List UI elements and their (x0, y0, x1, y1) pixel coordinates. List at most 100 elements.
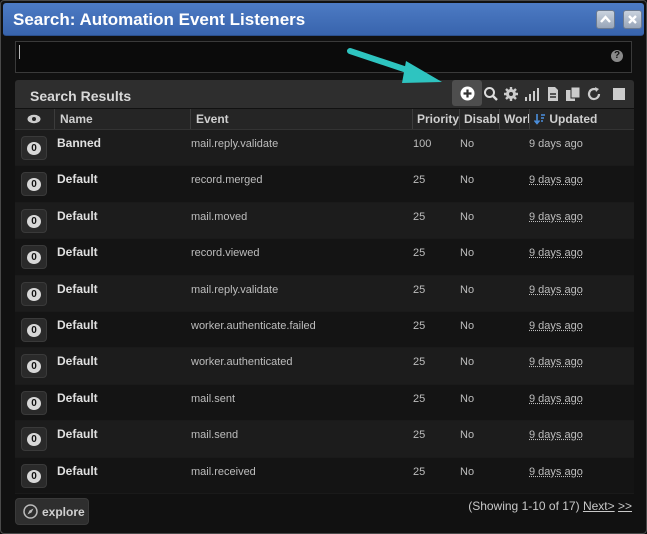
row-event: mail.moved (191, 210, 248, 223)
row-priority: 100 (413, 138, 432, 150)
row-name[interactable]: Default (57, 391, 98, 405)
add-button[interactable] (452, 80, 482, 106)
search-box: ? (15, 41, 632, 73)
last-page-link[interactable]: >> (618, 499, 632, 513)
watchers-button[interactable]: 0 (21, 208, 47, 233)
row-event: worker.authenticate.failed (191, 319, 316, 332)
disabled-column-header[interactable]: Disabled (460, 109, 500, 129)
gear-icon[interactable] (503, 86, 519, 102)
row-priority: 25 (413, 429, 426, 442)
row-disabled: No (460, 392, 475, 405)
watchers-count: 0 (27, 251, 41, 265)
table-row[interactable]: 0 Default record.viewed 25 No 9 days ago (15, 239, 634, 276)
search-icon[interactable] (483, 86, 499, 102)
results-label: Search Results (30, 88, 132, 104)
row-updated: 9 days ago (529, 392, 583, 405)
row-name[interactable]: Default (57, 318, 98, 332)
watchers-count: 0 (27, 323, 41, 337)
eye-icon (27, 114, 41, 124)
table-row[interactable]: 0 Default mail.sent 25 No 9 days ago (15, 384, 634, 422)
watchers-button[interactable]: 0 (21, 172, 47, 197)
watchers-button[interactable]: 0 (21, 390, 47, 415)
table-row[interactable]: 0 Default mail.received 25 No 9 days ago (15, 457, 634, 494)
row-name[interactable]: Default (57, 245, 98, 259)
row-disabled: No (460, 356, 475, 369)
row-priority: 25 (413, 319, 426, 332)
row-event: record.merged (191, 174, 263, 187)
search-popup-window: Search: Automation Event Listeners ? Sea… (0, 0, 647, 534)
watchers-button[interactable]: 0 (21, 354, 47, 379)
row-updated: 9 days ago (529, 174, 583, 187)
table-row[interactable]: 0 Default record.merged 25 No 9 days ago (15, 166, 634, 203)
row-updated: 9 days ago (529, 429, 583, 442)
row-name[interactable]: Default (57, 172, 98, 186)
row-updated: 9 days ago (529, 283, 583, 296)
row-event: worker.authenticated (191, 356, 293, 369)
row-disabled: No (460, 174, 475, 187)
compass-icon (23, 504, 38, 519)
watchers-count: 0 (27, 360, 41, 374)
showing-count: (Showing 1-10 of 17) (468, 499, 580, 513)
search-input[interactable] (16, 42, 608, 72)
row-priority: 25 (413, 210, 426, 223)
title-bar[interactable]: Search: Automation Event Listeners (3, 3, 644, 36)
name-column-header[interactable]: Name (55, 109, 191, 129)
next-page-link[interactable]: Next> (583, 499, 615, 513)
row-name[interactable]: Default (57, 282, 98, 296)
row-event: mail.reply.validate (191, 138, 279, 150)
row-name[interactable]: Default (57, 209, 98, 223)
watchers-count: 0 (27, 142, 41, 155)
row-name[interactable]: Default (57, 464, 98, 478)
row-disabled: No (460, 138, 475, 150)
row-disabled: No (460, 210, 475, 223)
chart-icon[interactable] (524, 86, 540, 102)
sort-descending-icon (533, 114, 545, 125)
row-updated: 9 days ago (529, 319, 583, 332)
row-disabled: No (460, 429, 475, 442)
row-event: record.viewed (191, 247, 260, 260)
watchers-button[interactable]: 0 (21, 281, 47, 306)
row-name[interactable]: Default (57, 354, 98, 368)
explore-button[interactable]: explore (15, 498, 89, 525)
close-icon (628, 15, 637, 24)
watchers-button[interactable]: 0 (21, 136, 47, 160)
table-row[interactable]: 0 Banned mail.reply.validate 100 No 9 da… (15, 130, 634, 167)
results-table-body: 0 Banned mail.reply.validate 100 No 9 da… (15, 130, 634, 494)
row-disabled: No (460, 283, 475, 296)
event-column-header[interactable]: Event (191, 109, 413, 129)
row-event: mail.received (191, 465, 256, 478)
watchers-count: 0 (27, 178, 41, 192)
row-disabled: No (460, 247, 475, 260)
table-row[interactable]: 0 Default mail.moved 25 No 9 days ago (15, 202, 634, 240)
collapse-button[interactable] (596, 10, 615, 29)
row-updated: 9 days ago (529, 247, 583, 260)
watchers-button[interactable]: 0 (21, 317, 47, 342)
updated-column-header[interactable]: Updated (530, 109, 634, 129)
help-icon[interactable]: ? (611, 50, 623, 62)
watchers-button[interactable]: 0 (21, 427, 47, 452)
table-row[interactable]: 0 Default worker.authenticate.failed 25 … (15, 311, 634, 349)
export-icon[interactable] (545, 86, 561, 102)
priority-column-header[interactable]: Priority (413, 109, 460, 129)
row-updated: 9 days ago (529, 138, 583, 150)
close-button[interactable] (623, 10, 642, 29)
row-name[interactable]: Banned (57, 136, 101, 150)
watchers-count: 0 (27, 396, 41, 410)
watchers-button[interactable]: 0 (21, 245, 47, 270)
table-row[interactable]: 0 Default mail.reply.validate 25 No 9 da… (15, 275, 634, 312)
select-icon[interactable] (611, 86, 627, 102)
table-row[interactable]: 0 Default mail.send 25 No 9 days ago (15, 421, 634, 458)
worker-column-header[interactable]: Worker (500, 109, 530, 129)
row-name[interactable]: Default (57, 427, 98, 441)
copy-icon[interactable] (565, 86, 581, 102)
watchers-column-header[interactable] (15, 109, 55, 129)
table-row[interactable]: 0 Default worker.authenticated 25 No 9 d… (15, 348, 634, 385)
refresh-icon[interactable] (586, 86, 602, 102)
row-updated: 9 days ago (529, 465, 583, 478)
row-priority: 25 (413, 465, 426, 478)
row-event: mail.reply.validate (191, 283, 279, 296)
watchers-button[interactable]: 0 (21, 463, 47, 488)
add-icon (460, 86, 475, 101)
row-priority: 25 (413, 356, 426, 369)
row-priority: 25 (413, 392, 426, 405)
